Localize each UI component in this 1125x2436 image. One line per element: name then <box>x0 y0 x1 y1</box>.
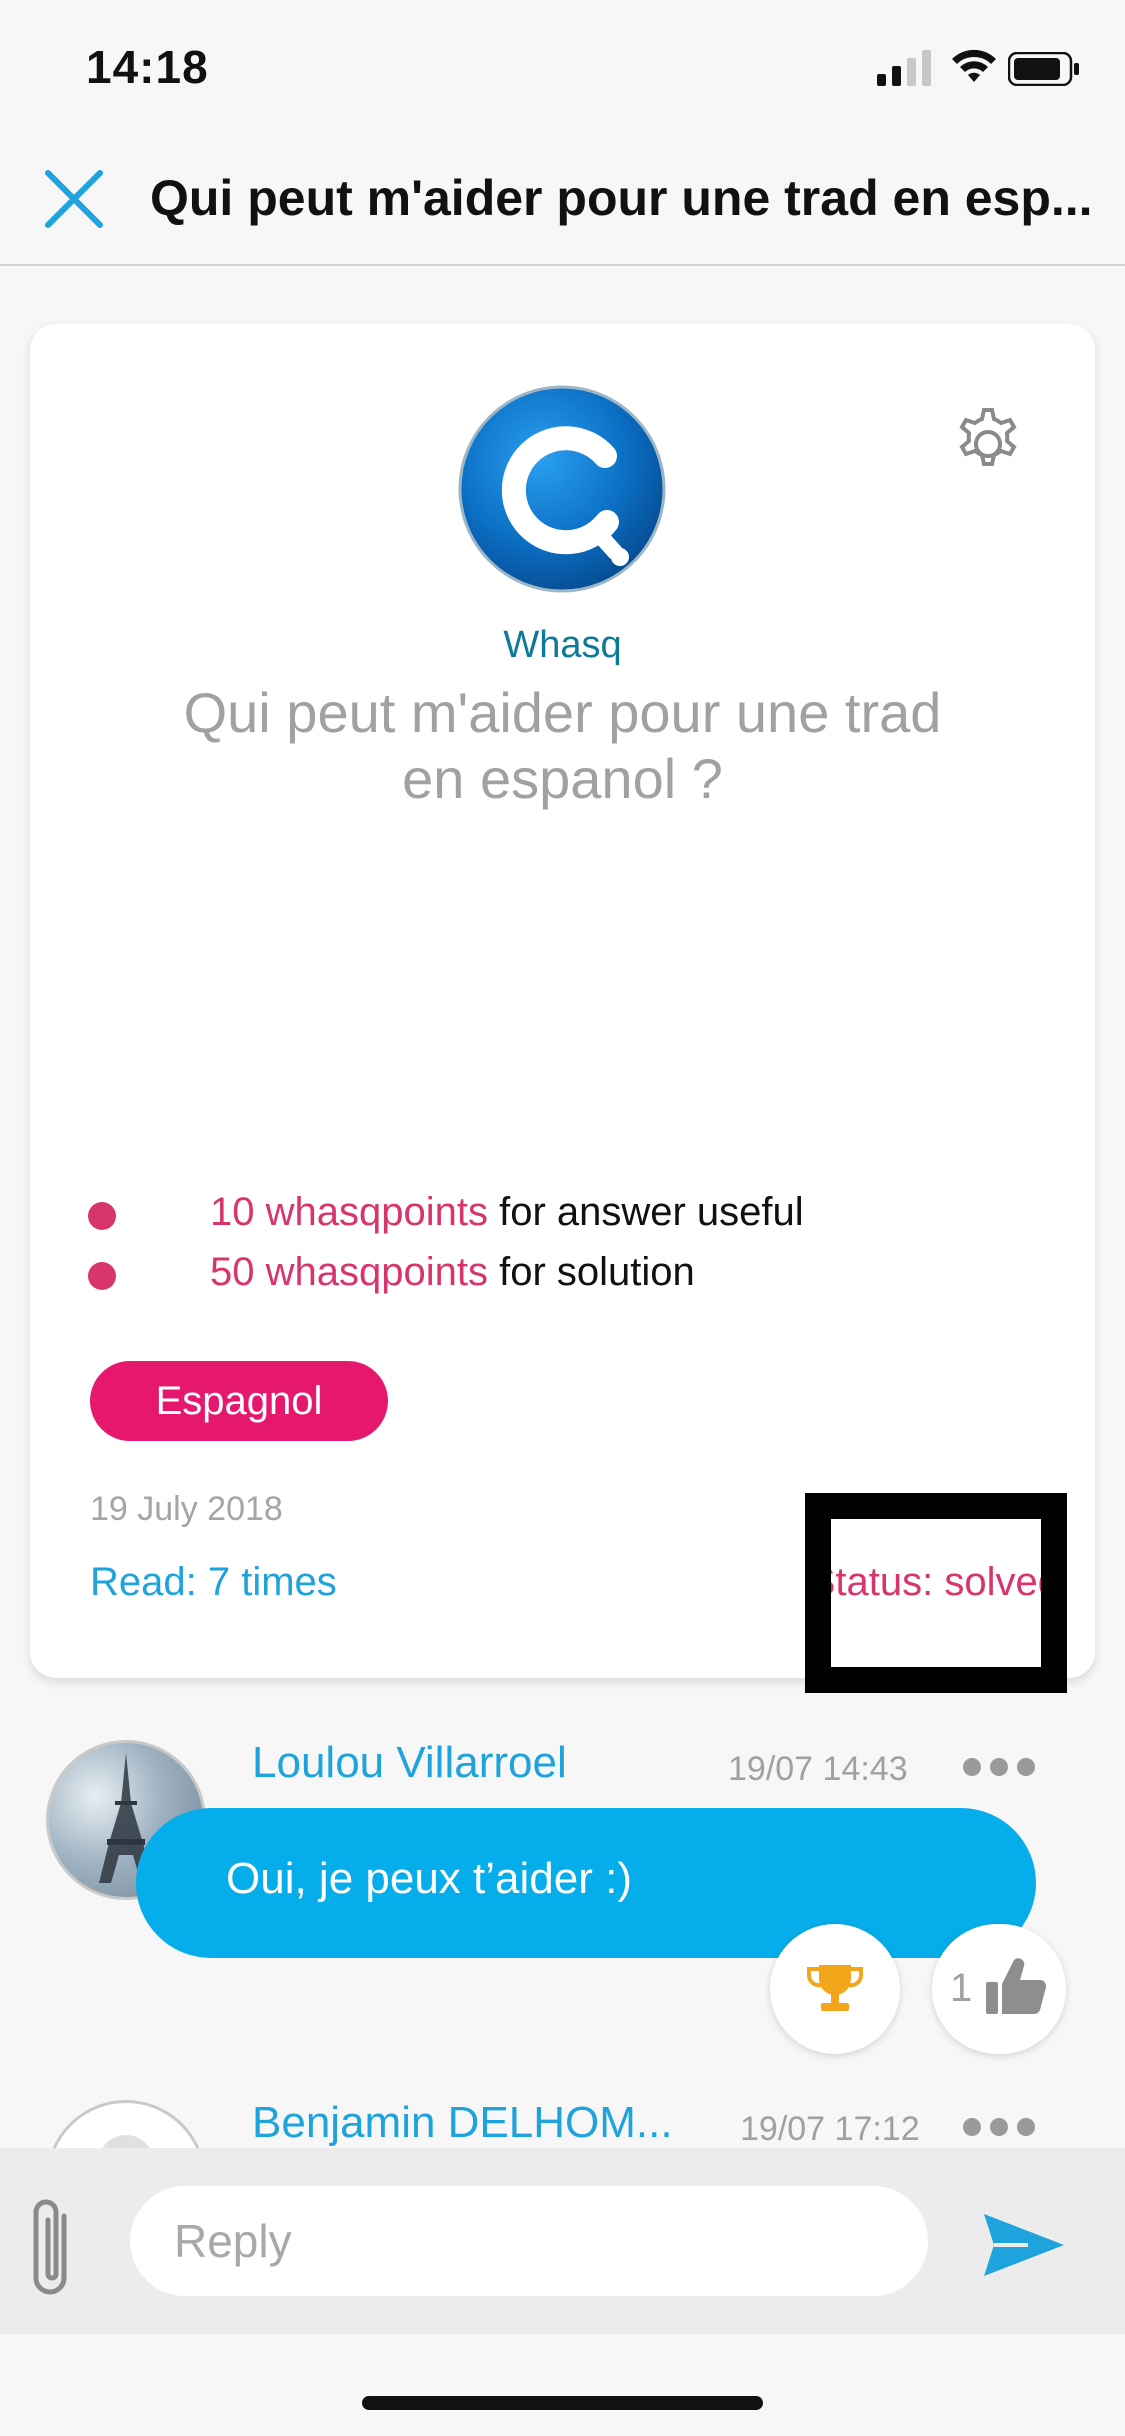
comment-time: 19/07 17:12 <box>740 2110 920 2148</box>
more-options-icon[interactable] <box>960 1752 1038 1782</box>
like-count: 1 <box>950 1966 973 2010</box>
points-amount: 10 whasqpoints <box>210 1190 488 1234</box>
bullet-dot-icon <box>88 1202 116 1230</box>
like-button[interactable]: 1 <box>932 1924 1066 2054</box>
question-author[interactable]: Whasq <box>30 624 1095 667</box>
status-time: 14:18 <box>86 41 209 93</box>
points-description: for answer useful <box>487 1190 804 1234</box>
more-options-icon[interactable] <box>960 2112 1038 2142</box>
battery-icon <box>1008 52 1079 86</box>
comment-username[interactable]: Benjamin DELHOM... <box>252 2098 673 2148</box>
reply-input[interactable] <box>130 2186 928 2296</box>
send-icon[interactable] <box>982 2210 1066 2280</box>
status-bar: 14:18 <box>0 0 1125 135</box>
whasq-logo-icon <box>458 385 666 593</box>
reply-bar <box>0 2148 1125 2334</box>
message-text: Oui, je peux t’aider :) <box>226 1854 632 1903</box>
points-amount: 50 whasqpoints <box>210 1250 488 1294</box>
attachment-icon[interactable] <box>24 2196 80 2306</box>
message-bubble: Oui, je peux t’aider :) <box>136 1808 1036 1958</box>
comment-username[interactable]: Loulou Villarroel <box>252 1738 567 1788</box>
close-icon[interactable] <box>40 165 108 233</box>
question-card: Whasq Qui peut m'aider pour une trad en … <box>30 324 1095 1678</box>
highlight-box <box>805 1493 1067 1693</box>
trophy-icon <box>807 1965 863 2011</box>
page-title: Qui peut m'aider pour une trad en esp... <box>150 170 1093 226</box>
list-item: 10 whasqpoints for answer useful <box>88 1186 1048 1246</box>
mark-solution-button[interactable] <box>770 1924 900 2054</box>
wifi-icon <box>952 49 996 82</box>
question-text: Qui peut m'aider pour une trad en espano… <box>183 681 942 810</box>
home-indicator-area <box>0 2334 1125 2436</box>
thumbs-up-icon <box>986 1958 1047 2015</box>
navigation-header: Qui peut m'aider pour une trad en esp... <box>0 135 1125 266</box>
bullet-dot-icon <box>88 1262 116 1290</box>
comment-time: 19/07 14:43 <box>728 1750 908 1788</box>
cellular-signal-icon <box>877 50 931 86</box>
gear-icon[interactable] <box>948 404 1028 484</box>
home-indicator[interactable] <box>362 2396 763 2410</box>
tag-chip[interactable]: Espagnol <box>90 1361 388 1441</box>
question-date: 19 July 2018 <box>90 1490 283 1528</box>
points-list: 10 whasqpoints for answer useful 50 whas… <box>88 1186 1048 1306</box>
list-item: 50 whasqpoints for solution <box>88 1246 1048 1306</box>
read-count: Read: 7 times <box>90 1560 337 1604</box>
points-description: for solution <box>487 1250 695 1294</box>
